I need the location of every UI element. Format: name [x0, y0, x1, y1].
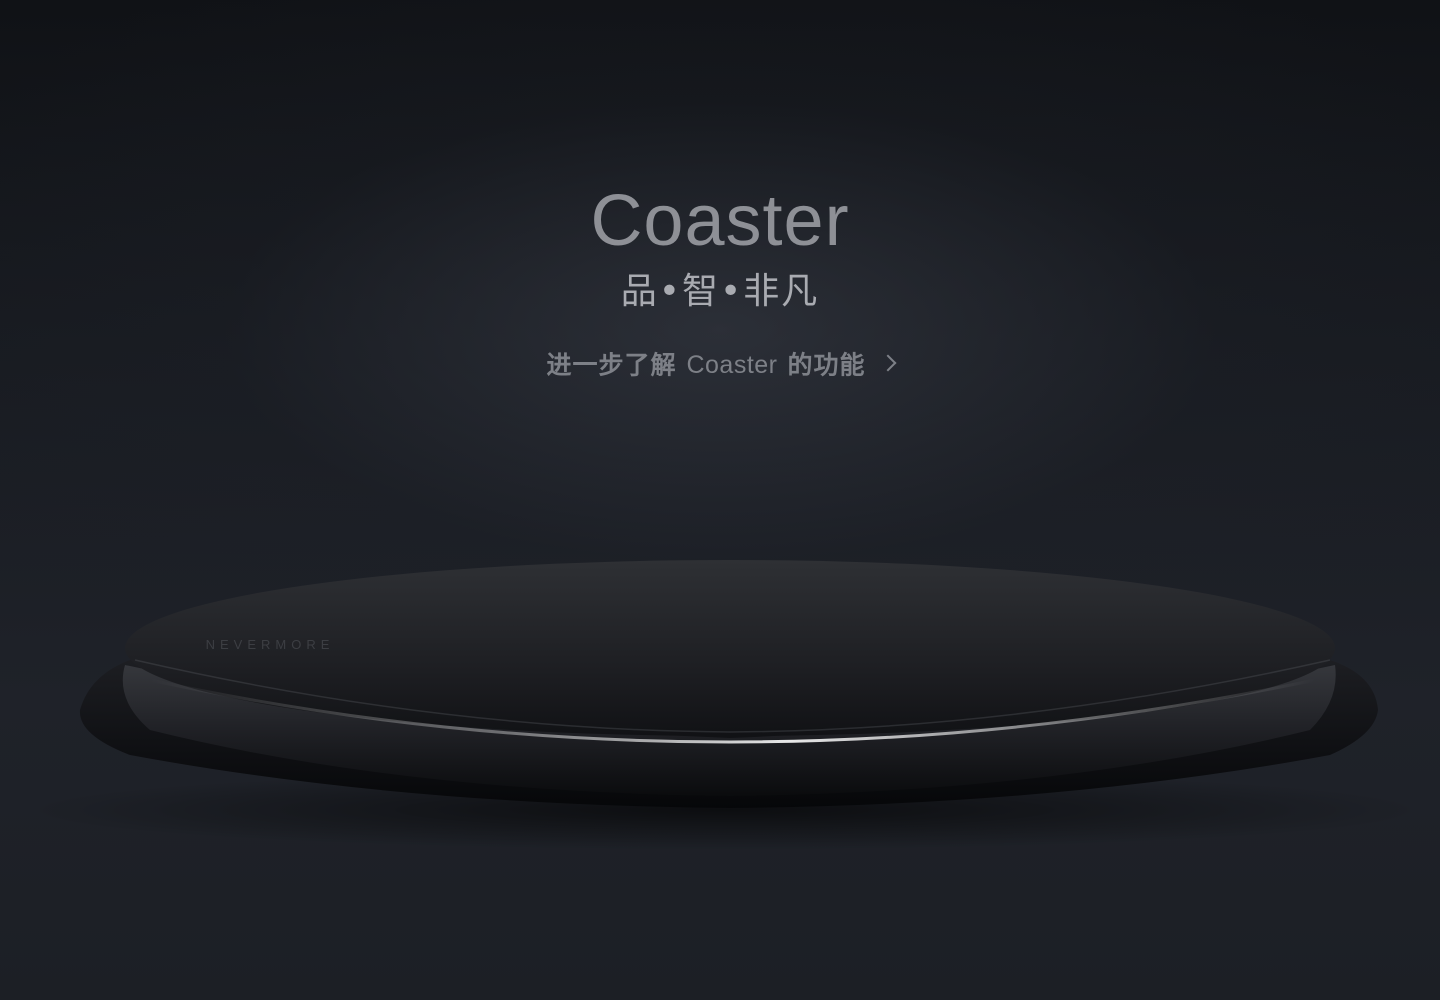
learn-more-suffix: 的功能: [787, 350, 866, 380]
hero-section: Coaster 品•智•非凡 进一步了解 Coaster 的功能 NEVERMO…: [0, 0, 1440, 1000]
coaster-illustration: NEVERMORE: [25, 560, 1425, 850]
product-title: Coaster: [590, 181, 850, 261]
learn-more-prefix: 进一步了解: [546, 350, 677, 380]
learn-more-link[interactable]: 进一步了解 Coaster 的功能: [0, 344, 1440, 385]
chevron-right-icon: [879, 354, 897, 372]
coaster-brand-mark: NEVERMORE: [206, 637, 335, 652]
coaster-product-image: NEVERMORE: [0, 560, 1440, 860]
learn-more-product: Coaster: [686, 351, 778, 380]
product-tagline: 品•智•非凡: [620, 271, 820, 312]
